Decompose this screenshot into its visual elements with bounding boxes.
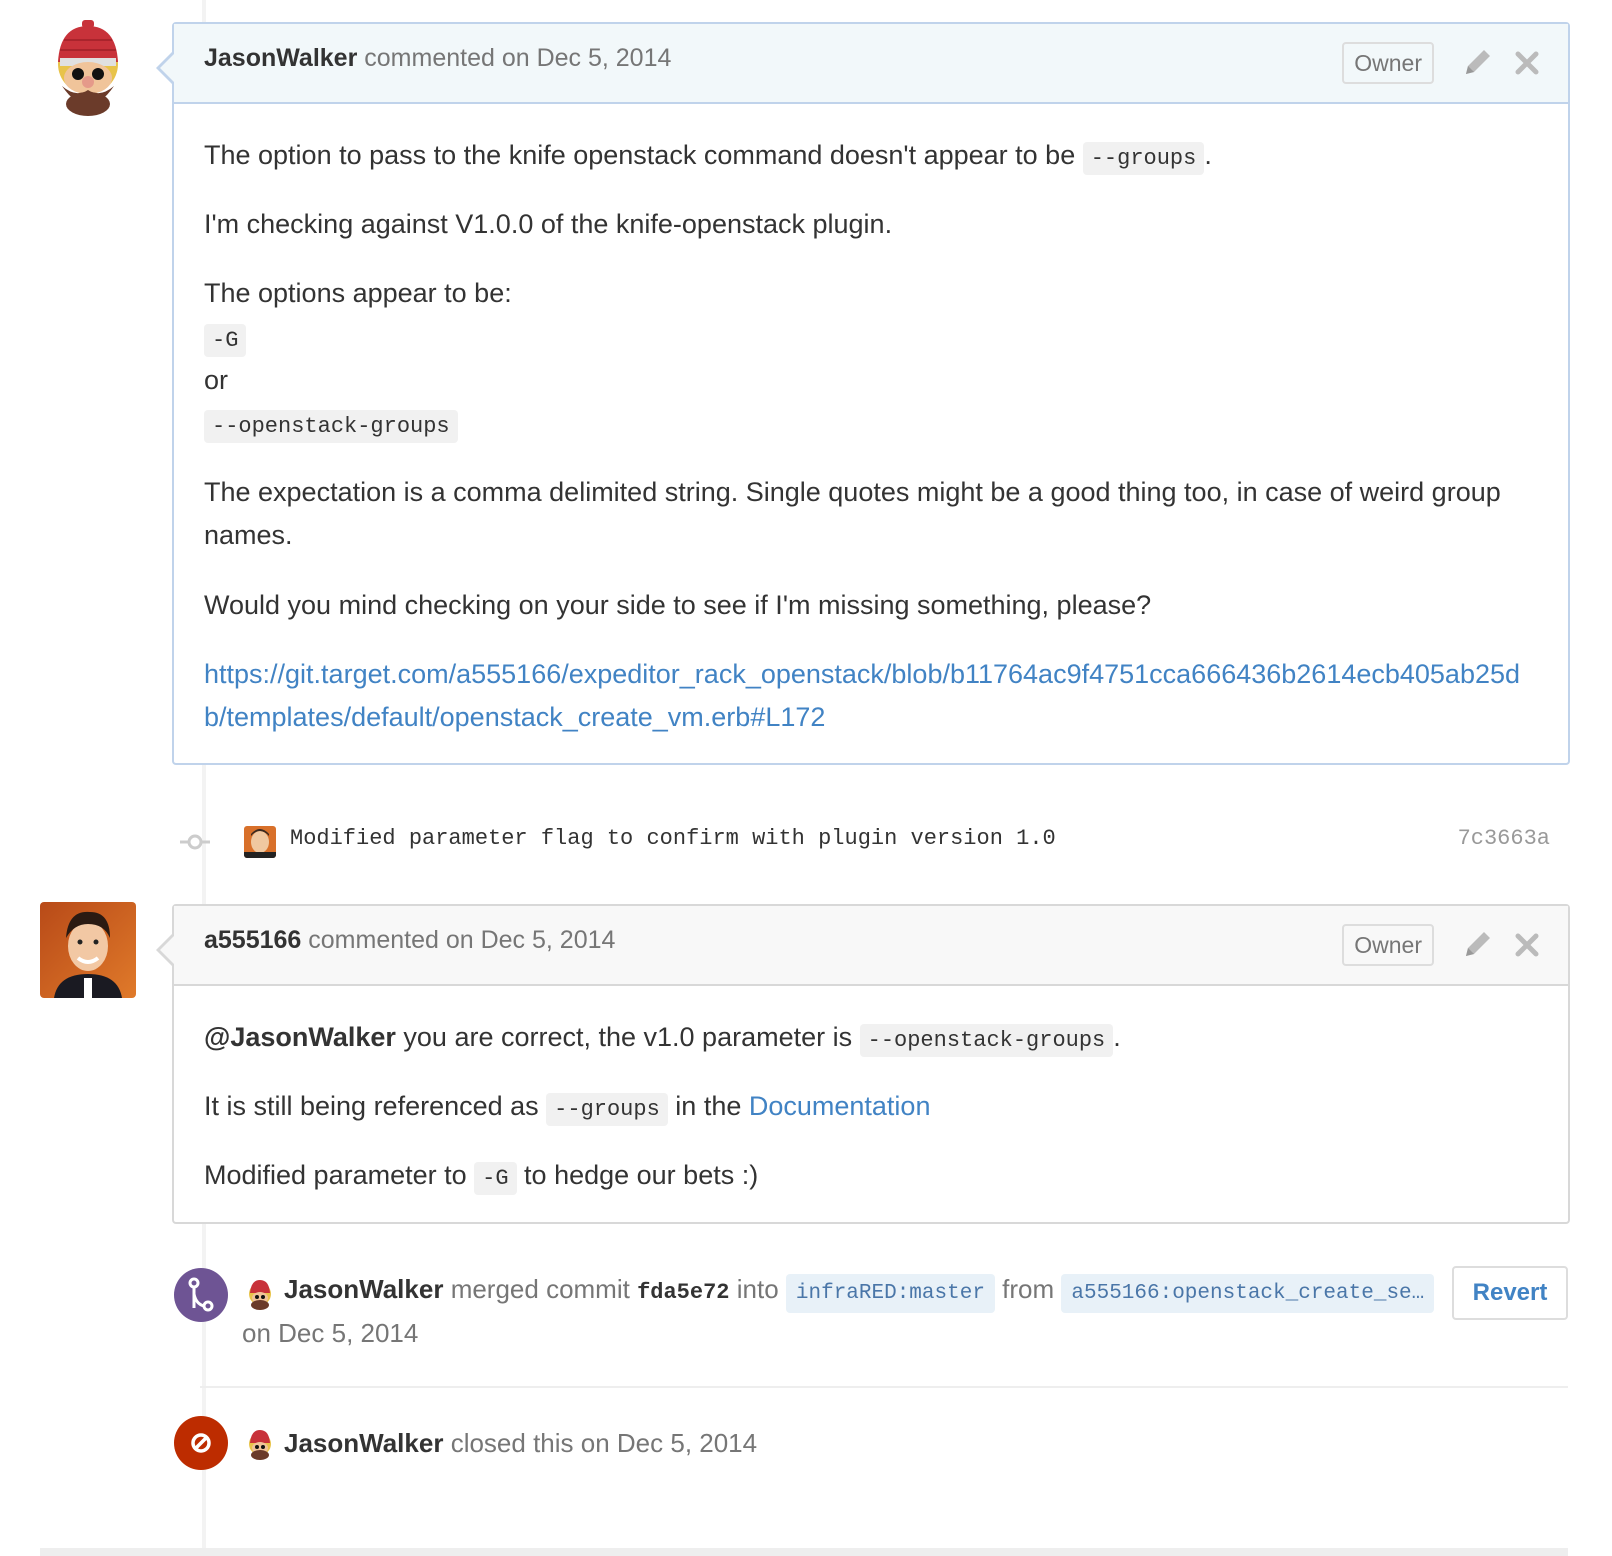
source-link[interactable]: https://git.target.com/a555166/expeditor… bbox=[204, 659, 1520, 732]
comment-header-text: JasonWalker commented on Dec 5, 2014 bbox=[204, 44, 671, 73]
inline-code: -G bbox=[204, 323, 247, 357]
person-avatar-icon bbox=[244, 826, 276, 858]
comment-header: a555166 commented on Dec 5, 2014 Owner bbox=[174, 906, 1568, 986]
user-mention[interactable]: @JasonWalker bbox=[204, 1022, 396, 1052]
close-event-description[interactable]: closed this on Dec 5, 2014 bbox=[451, 1428, 757, 1458]
comment-paragraph: I'm checking against V1.0.0 of the knife… bbox=[204, 209, 893, 240]
commit-author-avatar[interactable] bbox=[244, 826, 276, 858]
person-avatar-icon bbox=[40, 902, 136, 998]
edit-pencil-icon[interactable] bbox=[1460, 46, 1494, 80]
comment-jasonwalker: JasonWalker commented on Dec 5, 2014 Own… bbox=[156, 22, 1570, 766]
circle-slash-icon bbox=[191, 1433, 211, 1453]
edit-pencil-icon[interactable] bbox=[1460, 928, 1494, 962]
merge-event: JasonWalker merged commit fda5e72 into i… bbox=[174, 1266, 1568, 1366]
commit-icon bbox=[180, 834, 210, 850]
event-author[interactable]: JasonWalker bbox=[284, 1274, 443, 1304]
close-author-avatar[interactable] bbox=[244, 1428, 276, 1460]
base-branch[interactable]: infraRED:master bbox=[785, 1274, 995, 1313]
commit-sha[interactable]: 7c3663a bbox=[1458, 826, 1550, 851]
comment-paragraph: The expectation is a comma delimited str… bbox=[204, 477, 1501, 551]
comment-body: @JasonWalker you are correct, the v1.0 p… bbox=[174, 986, 1568, 1222]
revert-button[interactable]: Revert bbox=[1452, 1266, 1568, 1320]
inline-code: --groups bbox=[546, 1093, 668, 1127]
comment-paragraph: @JasonWalker you are correct, the v1.0 p… bbox=[204, 1016, 1538, 1059]
bearded-gnome-avatar-icon bbox=[249, 1280, 271, 1310]
inline-code: --openstack-groups bbox=[859, 1024, 1114, 1057]
merge-badge bbox=[174, 1268, 228, 1322]
comment-author[interactable]: JasonWalker bbox=[204, 44, 357, 72]
bottom-separator bbox=[40, 1548, 1568, 1556]
owner-badge: Owner bbox=[1342, 924, 1434, 966]
comment-paragraph: The options appear to be: -G or --openst… bbox=[204, 272, 1538, 445]
comment-header: JasonWalker commented on Dec 5, 2014 Own… bbox=[174, 24, 1568, 104]
avatar-a555166[interactable] bbox=[40, 902, 136, 998]
commit-row: Modified parameter flag to confirm with … bbox=[180, 820, 1550, 864]
commit-message[interactable]: Modified parameter flag to confirm with … bbox=[290, 826, 1056, 851]
timeline-divider bbox=[200, 1386, 1568, 1388]
comment-paragraph: The option to pass to the knife openstac… bbox=[204, 134, 1538, 177]
comment-meta[interactable]: commented on Dec 5, 2014 bbox=[308, 926, 615, 954]
close-event-text: JasonWalker closed this on Dec 5, 2014 bbox=[284, 1428, 757, 1459]
comment-author[interactable]: a555166 bbox=[204, 926, 301, 954]
delete-close-icon[interactable] bbox=[1510, 46, 1544, 80]
bearded-gnome-avatar-icon bbox=[249, 1430, 271, 1460]
comment-meta[interactable]: commented on Dec 5, 2014 bbox=[364, 44, 671, 72]
closed-badge bbox=[174, 1416, 228, 1470]
comment-body: The option to pass to the knife openstac… bbox=[174, 104, 1568, 763]
avatar-jasonwalker[interactable] bbox=[40, 20, 136, 116]
git-merge-icon bbox=[188, 1277, 214, 1312]
inline-code: -G bbox=[474, 1162, 517, 1196]
comment-a555166: a555166 commented on Dec 5, 2014 Owner @… bbox=[156, 904, 1570, 1224]
comment-paragraph: Modified parameter to -G to hedge our be… bbox=[204, 1154, 1538, 1197]
delete-close-icon[interactable] bbox=[1510, 928, 1544, 962]
inline-code: --openstack-groups bbox=[204, 409, 458, 443]
inline-code: --groups bbox=[1082, 142, 1205, 175]
head-branch[interactable]: a555166:openstack_create_se… bbox=[1061, 1274, 1435, 1313]
close-event: JasonWalker closed this on Dec 5, 2014 bbox=[174, 1416, 1568, 1476]
merge-event-date[interactable]: on Dec 5, 2014 bbox=[242, 1318, 418, 1349]
owner-badge: Owner bbox=[1342, 42, 1434, 84]
bearded-gnome-avatar-icon bbox=[40, 20, 136, 116]
documentation-link[interactable]: Documentation bbox=[749, 1091, 931, 1121]
merge-commit-sha[interactable]: fda5e72 bbox=[637, 1280, 729, 1305]
merge-author-avatar[interactable] bbox=[244, 1278, 276, 1310]
comment-paragraph: Would you mind checking on your side to … bbox=[204, 589, 1152, 620]
comment-paragraph: https://git.target.com/a555166/expeditor… bbox=[204, 653, 1538, 739]
merge-event-text: JasonWalker merged commit fda5e72 into i… bbox=[284, 1274, 1435, 1313]
event-author[interactable]: JasonWalker bbox=[284, 1428, 443, 1458]
comment-header-text: a555166 commented on Dec 5, 2014 bbox=[204, 926, 615, 955]
comment-paragraph: It is still being referenced as --groups… bbox=[204, 1085, 1538, 1128]
